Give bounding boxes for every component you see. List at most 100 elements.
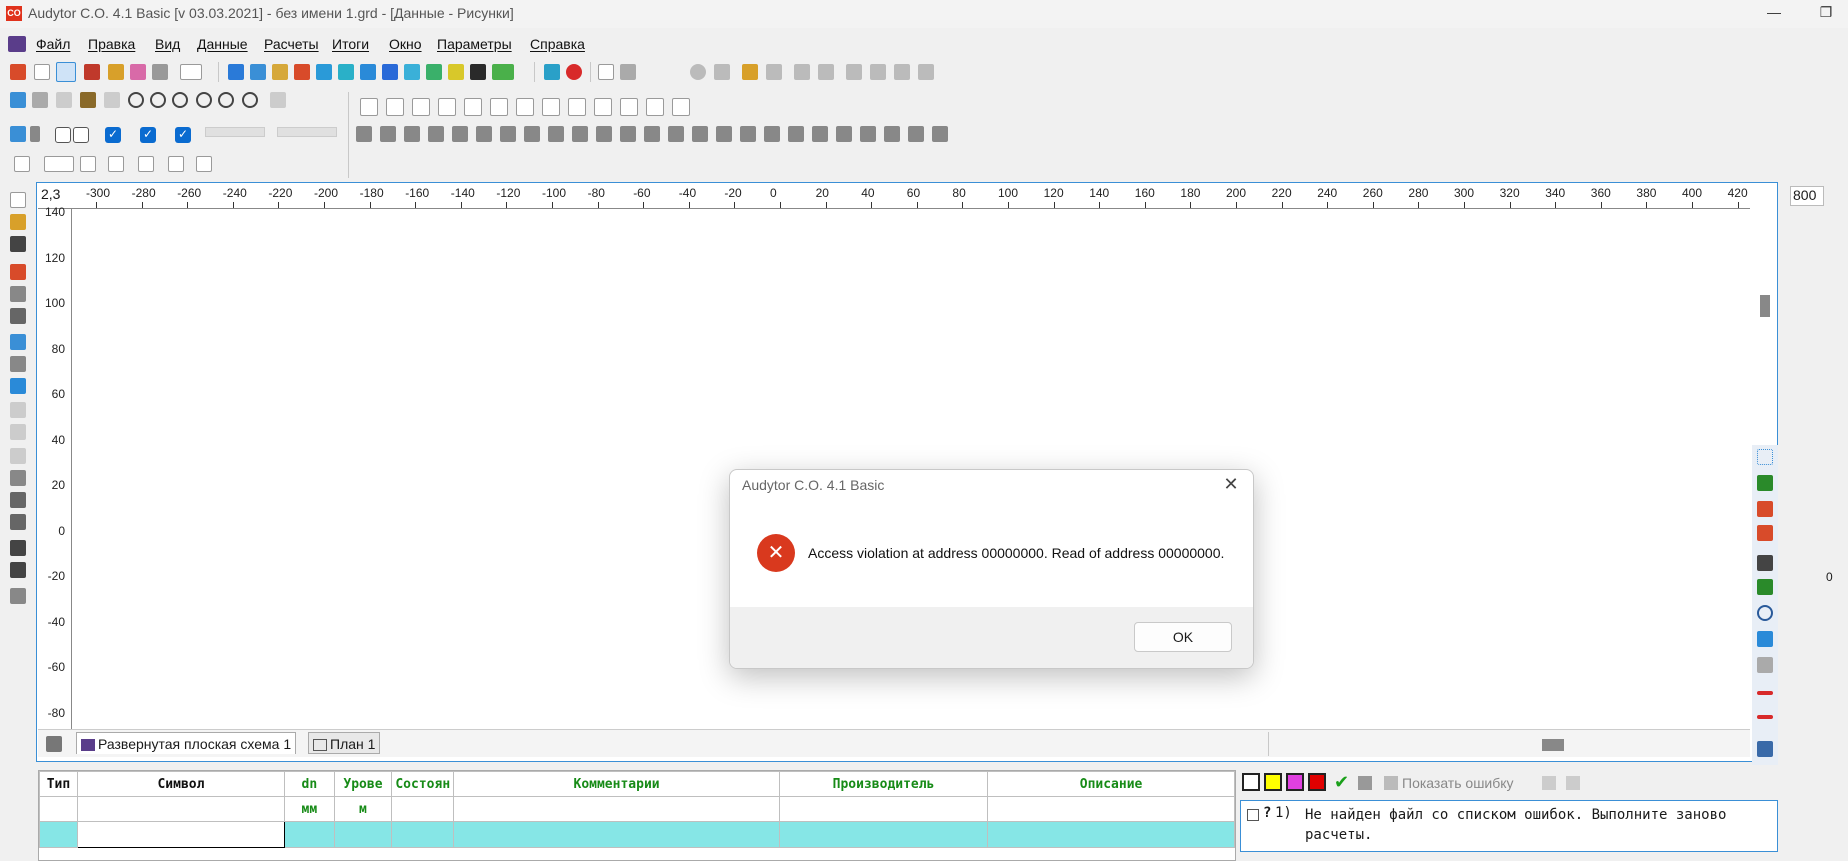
swatch-yellow[interactable] (1264, 773, 1282, 791)
tool-icon-c[interactable] (742, 64, 758, 80)
cell-state[interactable] (391, 821, 455, 848)
pointer-icon[interactable] (56, 92, 72, 108)
element-icon-15[interactable] (692, 126, 708, 142)
col-manufacturer[interactable]: Производитель (778, 771, 989, 797)
calc-icon[interactable] (544, 64, 560, 80)
table-row[interactable] (39, 821, 1235, 848)
option-checkbox-2[interactable] (73, 127, 89, 143)
shape-tool-12-icon[interactable] (646, 98, 664, 116)
tool-icon-e[interactable] (794, 64, 810, 80)
copy-icon[interactable] (10, 470, 26, 486)
menu-results[interactable]: Итоги (332, 36, 369, 52)
zoom-in-icon[interactable] (150, 92, 166, 108)
element-icon-22[interactable] (860, 126, 876, 142)
tool-icon-h[interactable] (870, 64, 886, 80)
insert-icon-3[interactable] (272, 64, 288, 80)
preview-icon[interactable] (10, 286, 26, 302)
menu-file[interactable]: Файл (36, 36, 70, 52)
zoom-out-icon[interactable] (218, 92, 234, 108)
redo-icon[interactable] (10, 424, 26, 440)
small-tool-6-icon[interactable] (168, 156, 184, 172)
radiator-icon[interactable] (108, 64, 124, 80)
minimize-button[interactable]: — (1764, 4, 1784, 22)
tool-icon-j[interactable] (918, 64, 934, 80)
element-icon-23[interactable] (884, 126, 900, 142)
calculator-icon[interactable] (10, 588, 26, 604)
insert-icon-6[interactable] (338, 64, 354, 80)
menu-help[interactable]: Справка (530, 36, 585, 52)
paste-icon[interactable] (10, 492, 26, 508)
menu-view[interactable]: Вид (155, 36, 180, 52)
element-icon-4[interactable] (428, 126, 444, 142)
col-state[interactable]: Состоян (391, 771, 455, 797)
element-icon-7[interactable] (500, 126, 516, 142)
delete-icon[interactable] (10, 514, 26, 530)
building-icon[interactable] (84, 64, 100, 80)
element-icon-9[interactable] (548, 126, 564, 142)
view-icon[interactable] (10, 126, 26, 142)
shape-tool-10-icon[interactable] (594, 98, 612, 116)
find-replace-icon[interactable] (10, 562, 26, 578)
insert-icon-4[interactable] (294, 64, 310, 80)
element-icon-1[interactable] (356, 126, 372, 142)
element-icon-16[interactable] (716, 126, 732, 142)
frame-icon[interactable] (10, 92, 26, 108)
table-icon[interactable] (598, 64, 614, 80)
slider-1[interactable] (205, 127, 265, 137)
vertical-scrollbar-thumb[interactable] (1760, 295, 1770, 317)
tab-plan[interactable]: План 1 (308, 732, 381, 754)
hand-icon[interactable] (104, 92, 120, 108)
insert-icon-7[interactable] (360, 64, 376, 80)
connect-icon[interactable] (1757, 631, 1773, 647)
point-icon[interactable] (1757, 501, 1773, 517)
red-line-icon[interactable] (1757, 691, 1773, 695)
cut-icon[interactable] (10, 448, 26, 464)
layers-toggle-icon[interactable] (1757, 579, 1773, 595)
insert-icon-1[interactable] (228, 64, 244, 80)
element-icon-25[interactable] (932, 126, 948, 142)
error-checkbox[interactable] (1247, 809, 1259, 821)
swatch-white[interactable] (1242, 773, 1260, 791)
ok-button[interactable]: OK (1134, 622, 1232, 652)
menu-window[interactable]: Окно (389, 36, 422, 52)
snap-icon[interactable] (1757, 475, 1773, 491)
copy-errors-icon[interactable] (1542, 776, 1556, 790)
col-type[interactable]: Тип (39, 771, 78, 797)
element-icon-18[interactable] (764, 126, 780, 142)
show-error-icon[interactable] (1384, 776, 1398, 790)
panel-icon[interactable] (1757, 741, 1773, 757)
shape-tool-7-icon[interactable] (516, 98, 534, 116)
small-tool-5-icon[interactable] (138, 156, 154, 172)
grid-icon[interactable] (32, 92, 48, 108)
option-checkbox-3[interactable] (105, 127, 121, 143)
right-panel-value[interactable]: 800 (1790, 186, 1824, 206)
small-tool-7-icon[interactable] (196, 156, 212, 172)
new-radiator-icon[interactable] (10, 64, 26, 80)
col-comments[interactable]: Комментарии (453, 771, 780, 797)
document-icon[interactable] (8, 36, 26, 52)
stop-icon[interactable] (566, 64, 582, 80)
element-icon-11[interactable] (596, 126, 612, 142)
horizontal-scrollbar-thumb[interactable] (1542, 739, 1564, 751)
tool-icon-f[interactable] (818, 64, 834, 80)
element-icon-8[interactable] (524, 126, 540, 142)
shape-tool-5-icon[interactable] (464, 98, 482, 116)
menu-data[interactable]: Данные (197, 36, 248, 52)
export-icon[interactable] (10, 264, 26, 280)
angle-icon[interactable] (1757, 555, 1773, 571)
swatch-magenta[interactable] (1286, 773, 1304, 791)
shape-tool-3-icon[interactable] (412, 98, 430, 116)
zoom-in-3-icon[interactable] (196, 92, 212, 108)
shape-tool-1-icon[interactable] (360, 98, 378, 116)
open-folder-icon[interactable] (10, 214, 26, 230)
zoom-fit-icon[interactable] (242, 92, 258, 108)
cross-icon[interactable] (1757, 525, 1773, 541)
element-icon-12[interactable] (620, 126, 636, 142)
zoom-icon[interactable] (128, 92, 144, 108)
dialog-close-icon[interactable]: ✕ (1219, 474, 1243, 496)
zoom-select-icon[interactable] (180, 64, 202, 80)
search-icon[interactable] (10, 356, 26, 372)
undo-icon[interactable] (10, 402, 26, 418)
element-icon-13[interactable] (644, 126, 660, 142)
slider-2[interactable] (277, 127, 337, 137)
